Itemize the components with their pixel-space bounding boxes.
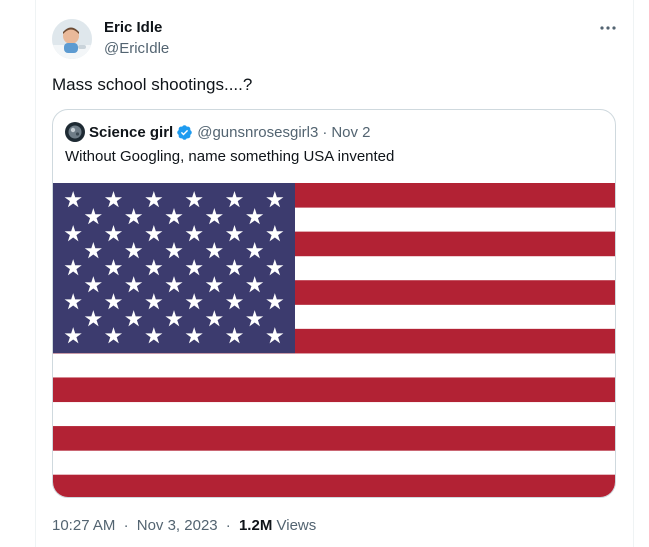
views-count: 1.2M <box>238 517 273 534</box>
verified-badge-icon <box>176 124 193 141</box>
quote-header: Science girl @gunsnrosesgirl3 · Nov 2 <box>65 122 371 142</box>
views-label: Views <box>276 517 317 534</box>
quote-author-avatar[interactable] <box>65 122 85 142</box>
avatar-image <box>52 19 92 59</box>
author-handle[interactable]: @EricIdle <box>104 40 169 57</box>
tweet-date-link[interactable]: Nov 3, 2023 <box>137 517 218 534</box>
quote-separator: · <box>322 123 328 141</box>
tweet-text: Mass school shootings....? <box>52 75 253 94</box>
ellipsis-icon <box>600 26 616 30</box>
quote-author-handle[interactable]: @gunsnrosesgirl3 <box>197 124 318 141</box>
us-flag-image[interactable] <box>53 183 616 498</box>
more-options-button[interactable] <box>596 16 620 40</box>
tweet-meta: 10:27 AM · Nov 3, 2023 · 1.2M Views <box>52 517 316 534</box>
quote-text: Without Googling, name something USA inv… <box>65 148 395 165</box>
quoted-tweet[interactable]: Science girl @gunsnrosesgirl3 · Nov 2 Wi… <box>52 109 616 498</box>
timeline-border-right <box>633 0 634 547</box>
meta-separator-1: · <box>123 517 129 534</box>
meta-separator-2: · <box>225 517 231 534</box>
author-avatar[interactable] <box>52 19 92 59</box>
quote-date[interactable]: Nov 2 <box>331 124 370 141</box>
timeline-border-left <box>35 0 36 547</box>
quote-author-name[interactable]: Science girl <box>89 124 173 141</box>
tweet-time-link[interactable]: 10:27 AM <box>52 517 115 534</box>
author-name[interactable]: Eric Idle <box>104 19 162 36</box>
quote-avatar-image <box>65 122 85 142</box>
